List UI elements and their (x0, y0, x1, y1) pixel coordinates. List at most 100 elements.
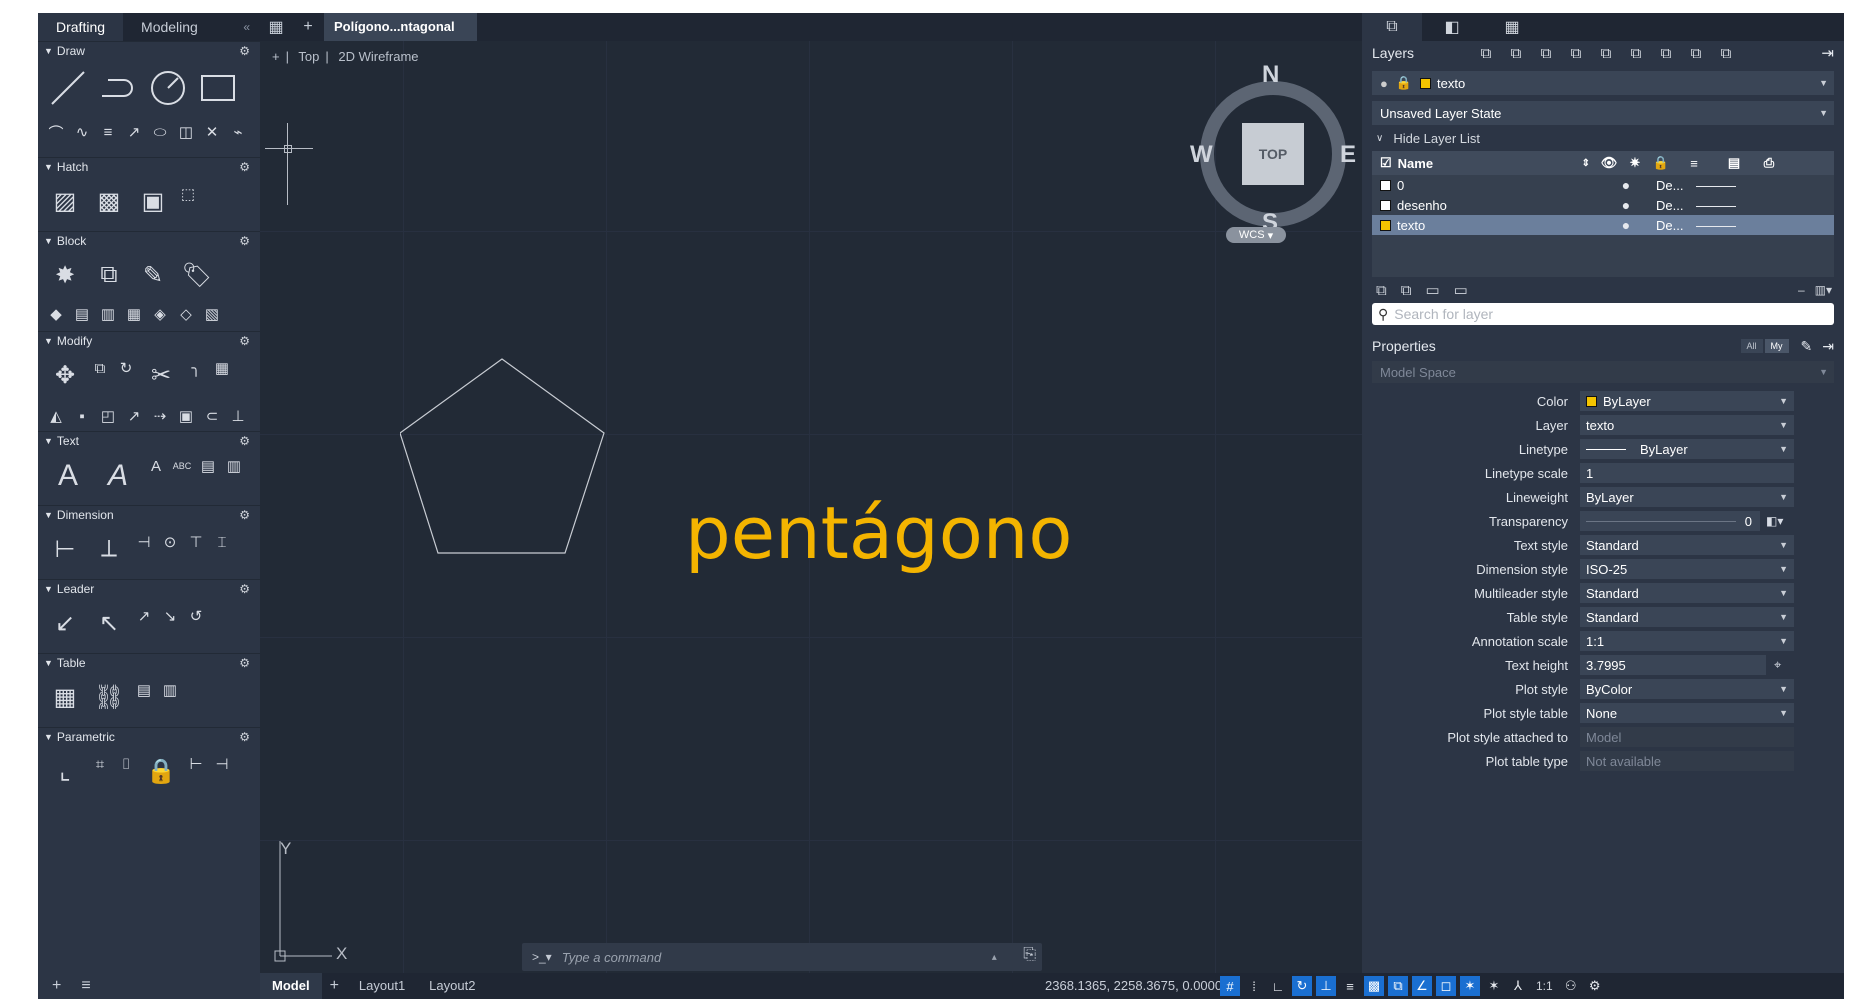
name-column-header[interactable]: ☑ Name ⇕ (1372, 155, 1596, 171)
pentagon-shape[interactable] (400, 351, 620, 561)
coordinates-readout[interactable]: 2368.1365, 2258.3675, 0.0000 (1045, 973, 1222, 999)
customize-icon[interactable]: ⎘ (1023, 946, 1036, 964)
write-block-icon[interactable]: ▦ (122, 302, 146, 326)
auto-scale-icon[interactable]: ✶ (1484, 976, 1504, 996)
gear-icon[interactable]: ⚙ (239, 508, 250, 522)
parametric-section-header[interactable]: ▼ Parametric ⚙ (38, 728, 260, 746)
settings-gear-icon[interactable]: ⚙ (1585, 976, 1605, 996)
layer-on-icon[interactable]: ● (1596, 197, 1656, 213)
ordinate-dim-icon[interactable]: ⊤ (184, 530, 208, 554)
extend-icon[interactable]: ⇢ (148, 404, 172, 428)
osnap-tracking-icon[interactable]: ⊥ (1316, 976, 1336, 996)
modify-section-header[interactable]: ▼ Modify ⚙ (38, 332, 260, 350)
layer-state-dropdown[interactable]: Unsaved Layer State ▼ (1372, 101, 1834, 125)
attribute-icon[interactable]: 🏷 (176, 256, 218, 294)
previous-layer-icon[interactable]: ⧉ (1594, 45, 1618, 62)
quick-select-icon[interactable]: ✎ (1801, 338, 1813, 355)
annotation-scale-icon[interactable]: ⅄ (1508, 976, 1528, 996)
copy-icon[interactable]: ⧉ (88, 356, 112, 380)
color-dropdown[interactable]: ByLayer ▼ (1580, 391, 1794, 411)
block-edit-icon[interactable]: ▤ (70, 302, 94, 326)
layer-row[interactable]: 0 ● De... (1372, 175, 1834, 195)
description-column-icon[interactable]: ≡ (1674, 156, 1714, 171)
current-layer-icon[interactable]: ⧉ (1534, 45, 1558, 62)
tab-layout1[interactable]: Layout1 (347, 973, 417, 999)
folder-icon[interactable]: ▭ (1425, 281, 1439, 299)
gear-icon[interactable]: ⚙ (239, 730, 250, 744)
snap-icon[interactable]: ⁞ (1244, 976, 1264, 996)
leader-edit-icon[interactable]: ↖ (88, 604, 130, 642)
transparency-icon[interactable]: ▩ (1364, 976, 1384, 996)
filter-my-button[interactable]: My (1764, 339, 1789, 353)
plot-column-icon[interactable]: ⎙ (1754, 155, 1784, 171)
layers-panel-icon[interactable]: ⧉ (1362, 13, 1422, 41)
object-snap-icon[interactable]: ◻ (1436, 976, 1456, 996)
text-style-icon[interactable]: ▤ (196, 454, 220, 478)
linetype-dropdown[interactable]: ByLayer ▼ (1580, 439, 1794, 459)
drawing-text[interactable]: pentágono (685, 491, 1072, 575)
ray-icon[interactable]: ↗ (122, 120, 146, 144)
circle-icon[interactable] (144, 66, 192, 110)
lock-constraint-icon[interactable]: 🔒 (140, 752, 182, 790)
multiline-icon[interactable]: ≡ (96, 120, 120, 144)
spell-check-icon[interactable]: ABC (170, 454, 194, 478)
arc-icon[interactable]: ⌒ (44, 120, 68, 144)
edit-block-icon[interactable]: ✎ (132, 256, 174, 294)
pick-point-icon[interactable]: ⌖ (1774, 657, 1781, 673)
hatch-icon[interactable]: ▨ (44, 182, 86, 220)
tab-drafting[interactable]: Drafting (38, 13, 124, 41)
gear-icon[interactable]: ⚙ (239, 160, 250, 174)
layer-on-icon[interactable]: ● (1596, 217, 1656, 233)
annotation-visibility-icon[interactable]: ✶ (1460, 976, 1480, 996)
delete-layer-icon[interactable]: ⧉ (1504, 45, 1528, 62)
add-icon[interactable]: + (52, 977, 61, 995)
linetype-column-icon[interactable]: ▤ (1714, 155, 1754, 171)
gear-icon[interactable]: ⚙ (239, 44, 250, 58)
auto-constrain-icon[interactable]: ⌗ (88, 752, 112, 776)
geometric-constraint-icon[interactable]: ⌞ (44, 752, 86, 790)
block-section-header[interactable]: ▼ Block ⚙ (38, 232, 260, 250)
grid-icon[interactable]: # (1220, 976, 1240, 996)
text-section-header[interactable]: ▼ Text ⚙ (38, 432, 260, 450)
add-leader-icon[interactable]: ↗ (132, 604, 156, 628)
wipeout-icon[interactable]: ⬚ (176, 182, 200, 206)
line-icon[interactable] (44, 66, 92, 110)
array-icon[interactable]: ▦ (210, 356, 234, 380)
tab-model[interactable]: Model (260, 973, 322, 999)
object-selector[interactable]: Model Space ▼ (1372, 361, 1834, 383)
spline-icon[interactable]: ∿ (70, 120, 94, 144)
rotate-icon[interactable]: ↻ (114, 356, 138, 380)
linear-dim-icon[interactable]: ⊢ (44, 530, 86, 568)
ortho-icon[interactable]: ∟ (1268, 976, 1288, 996)
xline-icon[interactable]: ✕ (200, 120, 224, 144)
document-tab[interactable]: Polígono...ntagonal (324, 13, 477, 41)
viewport-menu[interactable]: + (272, 49, 280, 64)
on-column-icon[interactable]: 👁 (1596, 155, 1622, 171)
tag-icon[interactable]: ◆ (44, 302, 68, 326)
add-layout-icon[interactable]: + (322, 977, 347, 995)
stretch-icon[interactable]: ↗ (122, 404, 146, 428)
scale-icon[interactable]: ◰ (96, 404, 120, 428)
table-panel-icon[interactable]: ▦ (1482, 13, 1542, 41)
linetype-scale-input[interactable]: 1 (1580, 463, 1794, 483)
plot-style-dropdown[interactable]: ByColor ▼ (1580, 679, 1794, 699)
list-icon[interactable]: ≡ (81, 977, 90, 995)
table-style-icon[interactable]: ▥ (158, 678, 182, 702)
new-layer-icon[interactable]: ⧉ (1474, 45, 1498, 62)
multileader-icon[interactable]: ↙ (44, 604, 86, 642)
create-block-icon[interactable]: ✸ (44, 256, 86, 294)
radius-dim-icon[interactable]: ⊙ (158, 530, 182, 554)
mirror-icon[interactable]: ◭ (44, 404, 68, 428)
transparency-slider[interactable]: 0 (1580, 511, 1760, 531)
new-tab-icon[interactable]: + (298, 17, 318, 37)
polar-icon[interactable]: ↻ (1292, 976, 1312, 996)
dimension-section-header[interactable]: ▼ Dimension ⚙ (38, 506, 260, 524)
compass-north[interactable]: N (1262, 61, 1279, 89)
lineweight-dropdown[interactable]: ByLayer ▼ (1580, 487, 1794, 507)
viewport-label[interactable]: + | Top | 2D Wireframe (272, 49, 425, 64)
constraint-bar-icon[interactable]: ⌷ (114, 752, 138, 776)
gear-icon[interactable]: ⚙ (239, 582, 250, 596)
layer-row[interactable]: desenho ● De... (1372, 195, 1834, 215)
current-layer-dropdown[interactable]: ● 🔒 texto ▼ (1372, 71, 1834, 95)
gear-icon[interactable]: ⚙ (239, 334, 250, 348)
